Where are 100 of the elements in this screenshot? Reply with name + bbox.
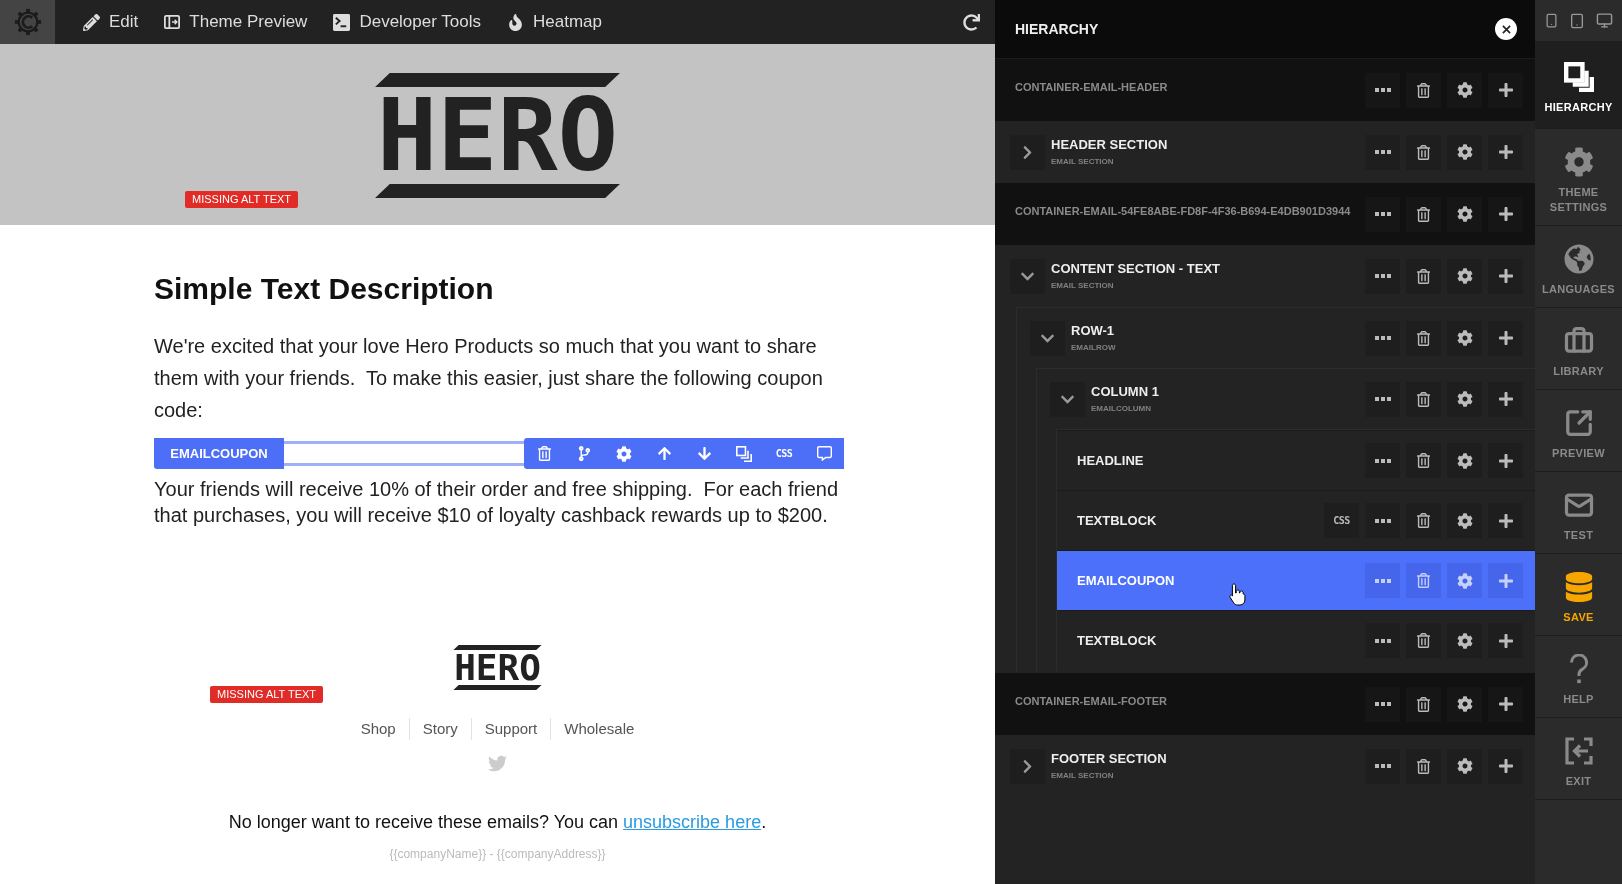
hierarchy-row[interactable]: CONTAINER-EMAIL-54FE8ABE-FD8F-4F36-B694-E4DB901D3944 [995, 183, 1535, 245]
expand-toggle[interactable] [1030, 320, 1065, 356]
add-button[interactable] [1488, 443, 1523, 478]
settings-icon [1456, 758, 1473, 774]
hierarchy-row[interactable]: CONTAINER-EMAIL-HEADER [995, 59, 1535, 121]
delete-button[interactable] [1406, 320, 1441, 356]
delete-button[interactable] [1406, 686, 1441, 722]
sidebar-item[interactable]: PREVIEW [1535, 390, 1622, 472]
toolbar-item[interactable]: Developer Tools [329, 6, 485, 38]
tablet-icon[interactable] [1569, 12, 1586, 29]
sidebar-item[interactable]: THEME SETTINGS [1535, 129, 1622, 226]
toolbar-item[interactable]: Heatmap [503, 6, 606, 38]
add-button[interactable] [1488, 686, 1523, 722]
sidebar-item[interactable]: EXIT [1535, 718, 1622, 800]
more-button[interactable] [1365, 381, 1400, 417]
more-button[interactable] [1365, 443, 1400, 478]
footer-link[interactable]: Support [471, 719, 551, 739]
settings-button[interactable] [1447, 623, 1482, 658]
delete-button[interactable] [1406, 72, 1441, 108]
css-button[interactable]: CSS [764, 438, 804, 469]
settings-icon [1456, 330, 1473, 346]
settings-button[interactable] [1447, 381, 1482, 417]
expand-toggle[interactable] [1010, 134, 1045, 170]
settings-button[interactable] [1447, 748, 1482, 784]
footer-link[interactable]: Shop [347, 719, 409, 739]
trash-icon [1416, 696, 1431, 712]
smartphone-icon[interactable] [1544, 13, 1560, 28]
add-button[interactable] [1488, 320, 1523, 356]
more-button[interactable] [1365, 623, 1400, 658]
sidebar-item[interactable]: HELP [1535, 636, 1622, 718]
unsubscribe-text: No longer want to receive these emails? You can unsubscribe here. [228, 811, 767, 833]
add-button[interactable] [1488, 748, 1523, 784]
settings-button[interactable] [1447, 686, 1482, 722]
coupon-tag: EMAILCOUPON [154, 438, 284, 469]
settings-button[interactable] [1447, 443, 1482, 478]
delete-button[interactable] [1406, 196, 1441, 232]
sidebar-item[interactable]: LANGUAGES [1535, 226, 1622, 308]
node-title: FOOTER SECTION [1051, 751, 1167, 766]
plus-icon [1497, 758, 1514, 774]
ellipsis-icon [1374, 212, 1391, 216]
settings-button[interactable] [1447, 196, 1482, 232]
sidebar-item[interactable]: HIERARCHY [1535, 42, 1622, 129]
toolbar-item[interactable]: Edit [79, 6, 143, 38]
plus-icon [1497, 206, 1514, 222]
expand-toggle[interactable] [1050, 381, 1085, 417]
footer-link[interactable]: Wholesale [551, 719, 648, 739]
settings-button[interactable] [1447, 320, 1482, 356]
add-button[interactable] [1488, 503, 1523, 538]
add-button[interactable] [1488, 381, 1523, 417]
add-button[interactable] [1488, 72, 1523, 108]
sidebar-item[interactable]: TEST [1535, 472, 1622, 554]
delete-button[interactable] [1406, 748, 1441, 784]
add-button[interactable] [1488, 623, 1523, 658]
node-title: HEADLINE [1077, 453, 1144, 468]
company-info: {{companyName}} - {{companyAddress}} [389, 846, 606, 862]
settings-button[interactable] [1447, 258, 1482, 294]
sidebar-item[interactable]: LIBRARY [1535, 308, 1622, 390]
delete-button[interactable] [1406, 381, 1441, 417]
settings-button[interactable] [1447, 503, 1482, 538]
details-paragraph: Your friends will receive 10% of their order and free shipping. For each friend that purchases, you will receive $10 of loyalty cashback rewards up to $200. [154, 477, 840, 528]
delete-button[interactable] [1406, 134, 1441, 170]
toolbar-item[interactable]: Theme Preview [160, 6, 312, 38]
trash-icon [1416, 82, 1431, 98]
more-button[interactable] [1365, 72, 1400, 108]
expand-toggle[interactable] [1010, 258, 1045, 294]
delete-button[interactable] [1406, 503, 1441, 538]
add-button[interactable] [1488, 134, 1523, 170]
terminal-icon [333, 13, 351, 31]
ellipsis-icon [1374, 336, 1391, 340]
delete-button[interactable] [1406, 623, 1441, 658]
settings-button[interactable] [1447, 134, 1482, 170]
node-type: EMAILCOLUMN [1091, 404, 1152, 414]
more-button[interactable] [1365, 196, 1400, 232]
delete-button[interactable] [1406, 443, 1441, 478]
more-button[interactable] [1365, 258, 1400, 294]
trash-icon [1416, 573, 1431, 588]
expand-toggle[interactable] [1010, 748, 1045, 784]
css-button[interactable]: CSS [1324, 503, 1359, 538]
footer-link[interactable]: Story [409, 719, 471, 739]
monitor-icon[interactable] [1595, 12, 1613, 29]
refresh-icon [962, 13, 980, 31]
settings-icon [1456, 696, 1473, 712]
hierarchy-row[interactable]: CONTAINER-EMAIL-FOOTER [995, 673, 1535, 735]
node-title: HEADER SECTION [1051, 137, 1168, 152]
close-button[interactable] [1495, 18, 1517, 40]
more-button[interactable] [1365, 320, 1400, 356]
settings-button[interactable] [1447, 72, 1482, 108]
more-button[interactable] [1365, 748, 1400, 784]
container-label: CONTAINER-EMAIL-HEADER [1015, 81, 1168, 93]
plus-icon [1497, 144, 1514, 160]
delete-button[interactable] [1406, 258, 1441, 294]
branch-icon [576, 446, 592, 461]
ellipsis-icon [1374, 274, 1391, 278]
sidebar-item[interactable]: SAVE [1535, 554, 1622, 636]
add-button[interactable] [1488, 258, 1523, 294]
more-button[interactable] [1365, 134, 1400, 170]
external-link-icon [1563, 408, 1594, 438]
more-button[interactable] [1365, 686, 1400, 722]
add-button[interactable] [1488, 196, 1523, 232]
more-button[interactable] [1365, 503, 1400, 538]
